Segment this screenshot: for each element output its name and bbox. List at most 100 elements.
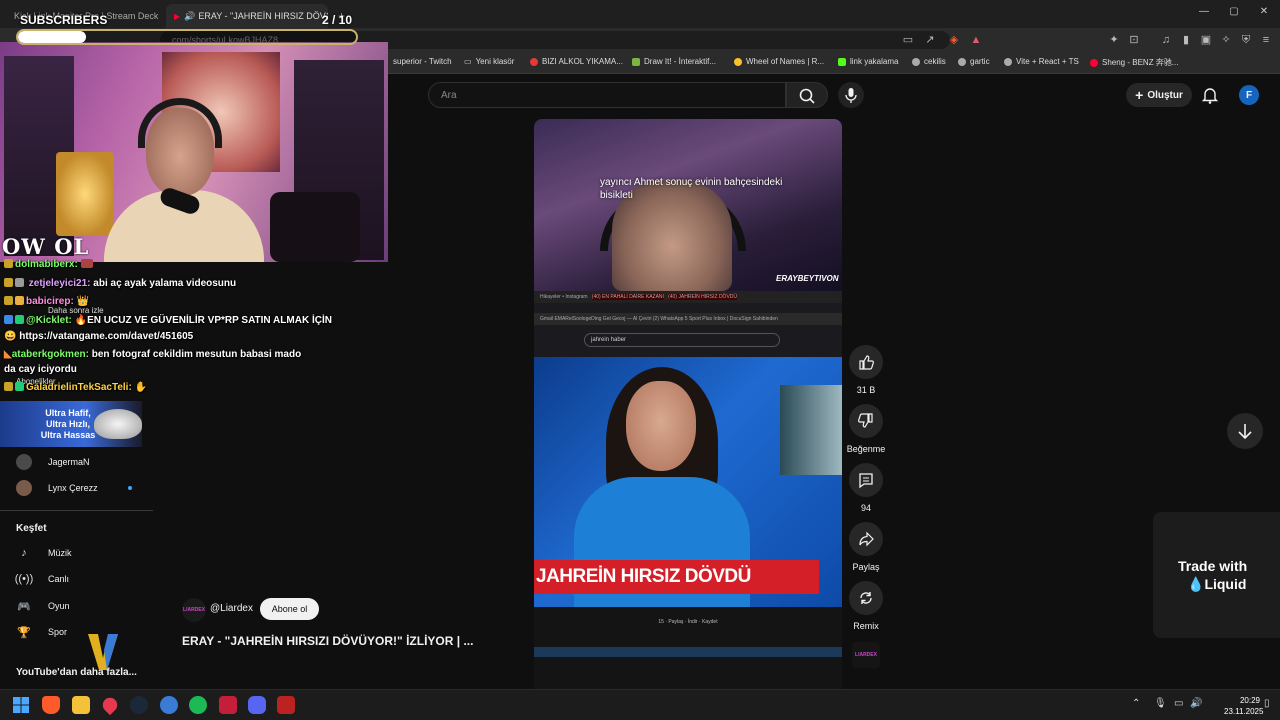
- account-avatar[interactable]: F: [1239, 85, 1259, 105]
- chat-user: ataberkgokmen:: [11, 349, 89, 360]
- edge-icon[interactable]: [160, 696, 178, 714]
- microphone-icon: [845, 88, 857, 103]
- channel-thumbnail[interactable]: LIARDEX: [852, 642, 880, 668]
- dislike-button[interactable]: Beğenme: [847, 404, 885, 454]
- bookmark-link[interactable]: link yakalama: [838, 57, 898, 66]
- sidebar-item-gaming[interactable]: 🎮 Oyun: [16, 596, 69, 616]
- video-embedded-browser: Hikayeler • Instagram (40) EN PAHALI DAİ…: [534, 291, 842, 357]
- sidebar-toggle-icon[interactable]: ▮: [1178, 32, 1194, 48]
- share-label: Paylaş: [852, 562, 880, 572]
- create-button[interactable]: + Oluştur: [1126, 83, 1192, 107]
- sidebar-item-sports[interactable]: 🏆 Spor: [16, 622, 67, 642]
- channel-name[interactable]: @Liardex: [210, 603, 253, 614]
- notifications-button[interactable]: [1200, 85, 1220, 105]
- screenshot-icon[interactable]: ⊡: [1126, 32, 1142, 48]
- bookmark-drawit[interactable]: Draw It! - İnteraktif...: [632, 57, 716, 66]
- channel-avatar[interactable]: LIARDEX: [182, 598, 206, 622]
- sidebar-item-music[interactable]: ♪ Müzik: [16, 543, 71, 563]
- comments-button[interactable]: 94: [849, 463, 883, 513]
- share-button[interactable]: Paylaş: [849, 522, 883, 572]
- clock[interactable]: 20:29 23.11.2025: [1224, 695, 1263, 717]
- remix-button[interactable]: Remix: [849, 581, 883, 631]
- music-icon: ♪: [21, 547, 27, 559]
- chat-user: @Kicklet:: [26, 315, 72, 326]
- tray-overflow-icon[interactable]: ⌃: [1132, 698, 1140, 709]
- badge-icon: [4, 315, 13, 324]
- close-window-button[interactable]: ✕: [1254, 6, 1274, 17]
- start-button[interactable]: [12, 696, 30, 714]
- comment-icon: [859, 473, 873, 489]
- wallet-icon[interactable]: ▣: [1198, 32, 1214, 48]
- shorts-video-player[interactable]: yayıncı Ahmet sonuç evinin bahçesindeki …: [534, 119, 842, 689]
- bookmark-gartic[interactable]: gartic: [958, 57, 990, 66]
- tray-volume-icon[interactable]: 🔊: [1190, 698, 1202, 709]
- droplet-icon: 💧: [1187, 576, 1205, 592]
- bookmark-icon: [632, 57, 640, 66]
- emote-icon: 😀: [4, 331, 17, 342]
- news-app-icon[interactable]: [277, 696, 295, 714]
- emote-icon: 👑: [76, 296, 90, 307]
- file-explorer-icon[interactable]: [72, 696, 90, 714]
- ad-panel[interactable]: [1153, 512, 1280, 638]
- next-video-button[interactable]: [1227, 413, 1263, 449]
- tray-mic-icon[interactable]: 🎙: [1154, 698, 1167, 709]
- video-watermark: ERAYBEYTIVON: [776, 274, 839, 283]
- notifications-icon[interactable]: ▯: [1264, 698, 1270, 709]
- fire-icon: 🔥: [74, 315, 88, 326]
- bookmark-alkol[interactable]: BIZI ALKOL YIKAMA...: [530, 57, 623, 66]
- maps-icon[interactable]: [99, 694, 121, 716]
- subscribe-button[interactable]: Abone ol: [260, 598, 319, 620]
- badge-icon: [4, 278, 13, 287]
- leo-ai-icon[interactable]: ✧: [1218, 32, 1234, 48]
- discord-icon[interactable]: [248, 696, 266, 714]
- badge-icon: [4, 259, 13, 268]
- subs-goal-bar: [16, 29, 358, 45]
- sidebar-watch-later[interactable]: Daha sonra izle: [48, 306, 104, 315]
- brave-rewards-icon[interactable]: ▲: [968, 32, 984, 48]
- tab-active-video[interactable]: ▶ 🔊 ERAY - "JAHREİN HIRSIZ DÖV ×: [166, 4, 328, 28]
- globe-icon: [1004, 57, 1012, 66]
- sidebar-item-live[interactable]: ((•)) Canlı: [15, 569, 69, 589]
- brave-taskbar-icon[interactable]: [42, 696, 60, 714]
- video-title[interactable]: ERAY - "JAHREİN HIRSIZI DÖVÜYOR!" İZLİYO…: [182, 634, 502, 648]
- subs-goal-label: SUBSCRIBERS: [20, 13, 108, 27]
- spotify-icon[interactable]: [189, 696, 207, 714]
- brave-shields-icon[interactable]: ◈: [946, 32, 962, 48]
- sidebar-sub-lynx[interactable]: Lynx Çerezz: [16, 478, 132, 498]
- badge-icon: [15, 315, 24, 324]
- browser-tab-bar: Kick Link Monitor Pro | Stream Deck ▶ 🔊 …: [0, 0, 1280, 28]
- media-icon[interactable]: ♫: [1158, 32, 1174, 48]
- globe-icon: [912, 57, 920, 66]
- vpn-icon[interactable]: ⛨: [1238, 32, 1254, 48]
- minimize-button[interactable]: —: [1194, 6, 1214, 17]
- tray-network-icon[interactable]: ▭: [1174, 698, 1183, 709]
- bookmark-twitch[interactable]: superior - Twitch: [393, 57, 452, 66]
- app-red-icon[interactable]: [219, 696, 237, 714]
- globe-icon: [958, 57, 966, 66]
- bookmark-folder[interactable]: ▭ Yeni klasör: [464, 57, 514, 66]
- voice-search-button[interactable]: [838, 82, 864, 108]
- steam-icon[interactable]: [130, 696, 148, 714]
- extensions-icon[interactable]: ✦: [1106, 32, 1122, 48]
- sidebar-sub-jagerman[interactable]: JagermaN: [16, 452, 90, 472]
- like-count: 31 B: [856, 385, 876, 395]
- chat-user: zetjeleyici21:: [28, 278, 91, 289]
- youtube-icon: [1090, 58, 1098, 67]
- dislike-label: Beğenme: [846, 444, 886, 454]
- subs-goal-count: 2 / 10: [322, 13, 353, 27]
- bookmark-sheng[interactable]: Sheng - BENZ 奔驰...: [1090, 57, 1178, 68]
- search-button[interactable]: [786, 82, 828, 108]
- menu-icon[interactable]: ≡: [1258, 32, 1274, 48]
- share-page-icon[interactable]: ↗: [922, 32, 938, 48]
- install-icon[interactable]: ▭: [900, 32, 916, 48]
- chat-message: babicirep: 👑: [4, 296, 89, 307]
- search-input[interactable]: Ara: [428, 82, 786, 108]
- maximize-button[interactable]: ▢: [1224, 6, 1244, 17]
- emote-icon: ✋: [134, 382, 148, 393]
- youtube-favicon-icon: ▶: [174, 11, 181, 21]
- comment-count: 94: [860, 503, 871, 513]
- like-button[interactable]: 31 B: [849, 345, 883, 395]
- bookmark-wheel[interactable]: Wheel of Names | R...: [734, 57, 824, 66]
- bookmark-vite[interactable]: Vite + React + TS: [1004, 57, 1079, 66]
- bookmark-cekilis[interactable]: cekilis: [912, 57, 946, 66]
